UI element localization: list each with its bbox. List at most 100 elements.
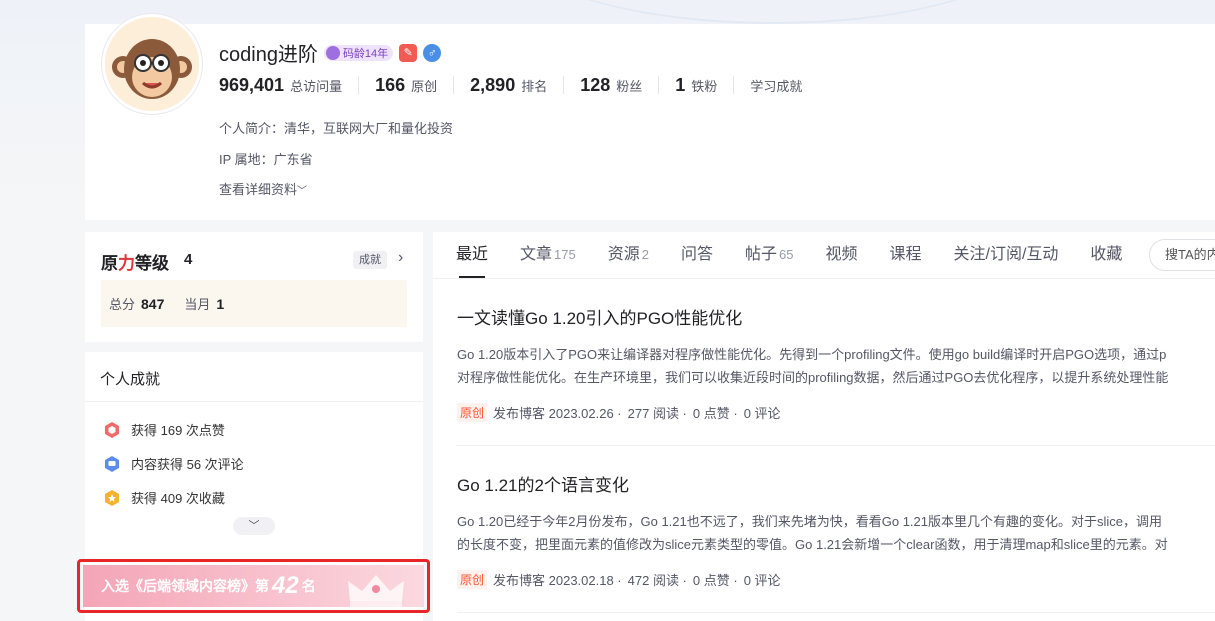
avatar[interactable] xyxy=(102,14,202,114)
tab-label: 问答 xyxy=(680,246,713,263)
level-title-highlight: 力 xyxy=(118,254,135,273)
total-score-value: 847 xyxy=(141,295,165,312)
stat-iron-fans[interactable]: 1 铁粉 xyxy=(658,76,733,94)
stat-fans-value: 128 xyxy=(580,75,611,95)
article-comments: 0 评论 xyxy=(743,406,781,421)
chevron-down-icon: ﹀ xyxy=(297,186,308,197)
rank-banner-number: 42 xyxy=(272,572,299,599)
month-score-label: 当月 xyxy=(184,297,211,312)
collect-icon xyxy=(105,489,119,506)
view-details-link[interactable]: 查看详细资料﹀ xyxy=(219,179,307,198)
level-score-box: 总分 847 当月 1 xyxy=(101,280,407,327)
stat-original-value: 166 xyxy=(375,75,406,95)
divider xyxy=(457,612,1215,613)
tab-count: 2 xyxy=(641,247,649,262)
tab-follow-subscribe[interactable]: 关注/订阅/互动 xyxy=(954,232,1059,278)
stat-visits-label: 总访问量 xyxy=(290,79,343,94)
divider xyxy=(433,278,1215,279)
level-title-part2: 等级 xyxy=(135,254,169,273)
profile-bio: 个人简介：清华，互联网大厂和量化投资 xyxy=(219,121,454,136)
crown-icon xyxy=(348,575,404,607)
stat-fans[interactable]: 128 粉丝 xyxy=(563,76,658,94)
achievement-tag[interactable]: 成就 xyxy=(353,251,387,269)
article-desc-line1: Go 1.20已经于今年2月份发布，Go 1.21也不远了，我们来先堵为快，看看… xyxy=(457,514,1163,529)
tab-qa[interactable]: 问答 xyxy=(681,232,713,278)
tab-label: 收藏 xyxy=(1090,246,1123,263)
total-score-label: 总分 xyxy=(109,297,136,312)
achievements-heading: 个人成就 xyxy=(100,371,161,388)
tab-count: 175 xyxy=(554,247,576,262)
learning-achievement-label: 学习成就 xyxy=(750,79,803,94)
code-age-icon xyxy=(325,45,340,60)
tab-count: 65 xyxy=(779,247,794,262)
view-details-label: 查看详细资料 xyxy=(219,182,298,197)
article-desc-line2: 的长度不变，把里面元素的值修改为slice元素类型的零值。Go 1.21会新增一… xyxy=(457,537,1168,552)
tab-resources[interactable]: 资源 2 xyxy=(608,232,649,278)
code-age-badge[interactable]: 码龄14年 xyxy=(323,44,394,61)
tab-articles[interactable]: 文章 175 xyxy=(520,232,576,278)
level-value: 4 xyxy=(184,251,193,268)
tab-label: 文章 xyxy=(520,246,553,263)
tab-label: 帖子 xyxy=(745,246,778,263)
stat-rank-value: 2,890 xyxy=(470,75,516,95)
article-title[interactable]: Go 1.21的2个语言变化 xyxy=(457,471,1215,496)
article-date: 发布博客 2023.02.18 · xyxy=(493,573,622,588)
main-content: 最近 文章 175 资源 2 问答 帖子 65 视频 课程 关注/订阅/互动 收藏 搜… xyxy=(433,232,1215,621)
achievement-likes: 获得 169 次点赞 xyxy=(103,420,225,439)
article-reads: 472 阅读 · xyxy=(627,573,687,588)
article-title[interactable]: 一文读懂Go 1.20引入的PGO性能优化 xyxy=(457,304,1215,329)
article-desc-line2: 对程序做性能优化。在生产环境里，我们可以收集近段时间的profiling数据，然… xyxy=(457,370,1169,385)
tab-videos[interactable]: 视频 xyxy=(825,232,857,278)
rank-banner-prefix: 入选《后端领域内容榜》第 xyxy=(101,578,269,594)
original-tag: 原创 xyxy=(457,570,488,589)
article-item[interactable]: Go 1.21的2个语言变化 Go 1.20已经于今年2月份发布，Go 1.21… xyxy=(457,471,1215,589)
article-date: 发布博客 2023.02.26 · xyxy=(493,406,622,421)
level-card: 原力等级 4 成就 › 总分 847 当月 1 xyxy=(85,232,423,342)
tab-favorites[interactable]: 收藏 xyxy=(1090,232,1122,278)
achievement-likes-text: 获得 169 次点赞 xyxy=(131,423,225,438)
profile-card: coding进阶 码龄14年 ✎ ♂ 969,401 总访问量 166 原创 2… xyxy=(85,14,1215,220)
tab-courses[interactable]: 课程 xyxy=(890,232,922,278)
learning-achievement-link[interactable]: 学习成就 xyxy=(733,76,818,94)
stat-fans-label: 粉丝 xyxy=(616,79,643,94)
rank-banner-suffix: 名 xyxy=(301,578,316,594)
stat-original-label: 原创 xyxy=(411,79,438,94)
article-likes: 0 点赞 · xyxy=(692,573,738,588)
blog-expert-icon[interactable]: ✎ xyxy=(399,43,418,62)
chevron-right-icon[interactable]: › xyxy=(398,249,403,267)
article-meta: 原创 发布博客 2023.02.26 · 277 阅读 · 0 点赞 · 0 评… xyxy=(457,403,1215,422)
profile-stats: 969,401 总访问量 166 原创 2,890 排名 128 粉丝 1 铁粉… xyxy=(219,76,818,94)
name-row: coding进阶 码龄14年 ✎ ♂ xyxy=(219,38,442,67)
tab-posts[interactable]: 帖子 65 xyxy=(745,232,793,278)
content-tabs: 最近 文章 175 资源 2 问答 帖子 65 视频 课程 关注/订阅/互动 收藏 xyxy=(456,232,1154,278)
rank-banner-content: 入选《后端领域内容榜》第 42 名 xyxy=(83,565,424,607)
male-icon: ♂ xyxy=(423,43,442,62)
rank-banner[interactable]: 入选《后端领域内容榜》第 42 名 xyxy=(77,559,430,613)
article-item[interactable]: 一文读懂Go 1.20引入的PGO性能优化 Go 1.20版本引入了PGO来让编… xyxy=(457,304,1215,422)
tab-recent[interactable]: 最近 xyxy=(456,232,488,278)
chevron-down-icon: ﹀ xyxy=(248,520,260,532)
stat-visits[interactable]: 969,401 总访问量 xyxy=(219,76,358,94)
article-meta: 原创 发布博客 2023.02.18 · 472 阅读 · 0 点赞 · 0 评… xyxy=(457,570,1215,589)
divider xyxy=(457,445,1215,446)
stat-rank[interactable]: 2,890 排名 xyxy=(453,76,563,94)
stat-visits-value: 969,401 xyxy=(219,75,285,95)
divider xyxy=(85,401,423,402)
username: coding进阶 xyxy=(219,44,318,66)
search-input[interactable]: 搜TA的内 xyxy=(1149,239,1215,271)
comment-icon xyxy=(105,455,119,472)
code-age-label: 码龄14年 xyxy=(342,47,389,60)
stat-rank-label: 排名 xyxy=(521,79,548,94)
stat-original[interactable]: 166 原创 xyxy=(358,76,453,94)
original-tag: 原创 xyxy=(457,403,488,422)
achievement-collects-text: 获得 409 次收藏 xyxy=(131,491,225,506)
month-score-value: 1 xyxy=(216,295,225,312)
tab-label: 资源 xyxy=(607,246,640,263)
achievement-comments: 内容获得 56 次评论 xyxy=(103,454,244,473)
expand-achievements-button[interactable]: ﹀ xyxy=(233,517,275,535)
tab-label: 视频 xyxy=(825,246,858,263)
article-comments: 0 评论 xyxy=(743,573,781,588)
tab-label: 课程 xyxy=(889,246,922,263)
achievement-collects: 获得 409 次收藏 xyxy=(103,488,225,507)
stat-iron-fans-label: 铁粉 xyxy=(691,79,718,94)
